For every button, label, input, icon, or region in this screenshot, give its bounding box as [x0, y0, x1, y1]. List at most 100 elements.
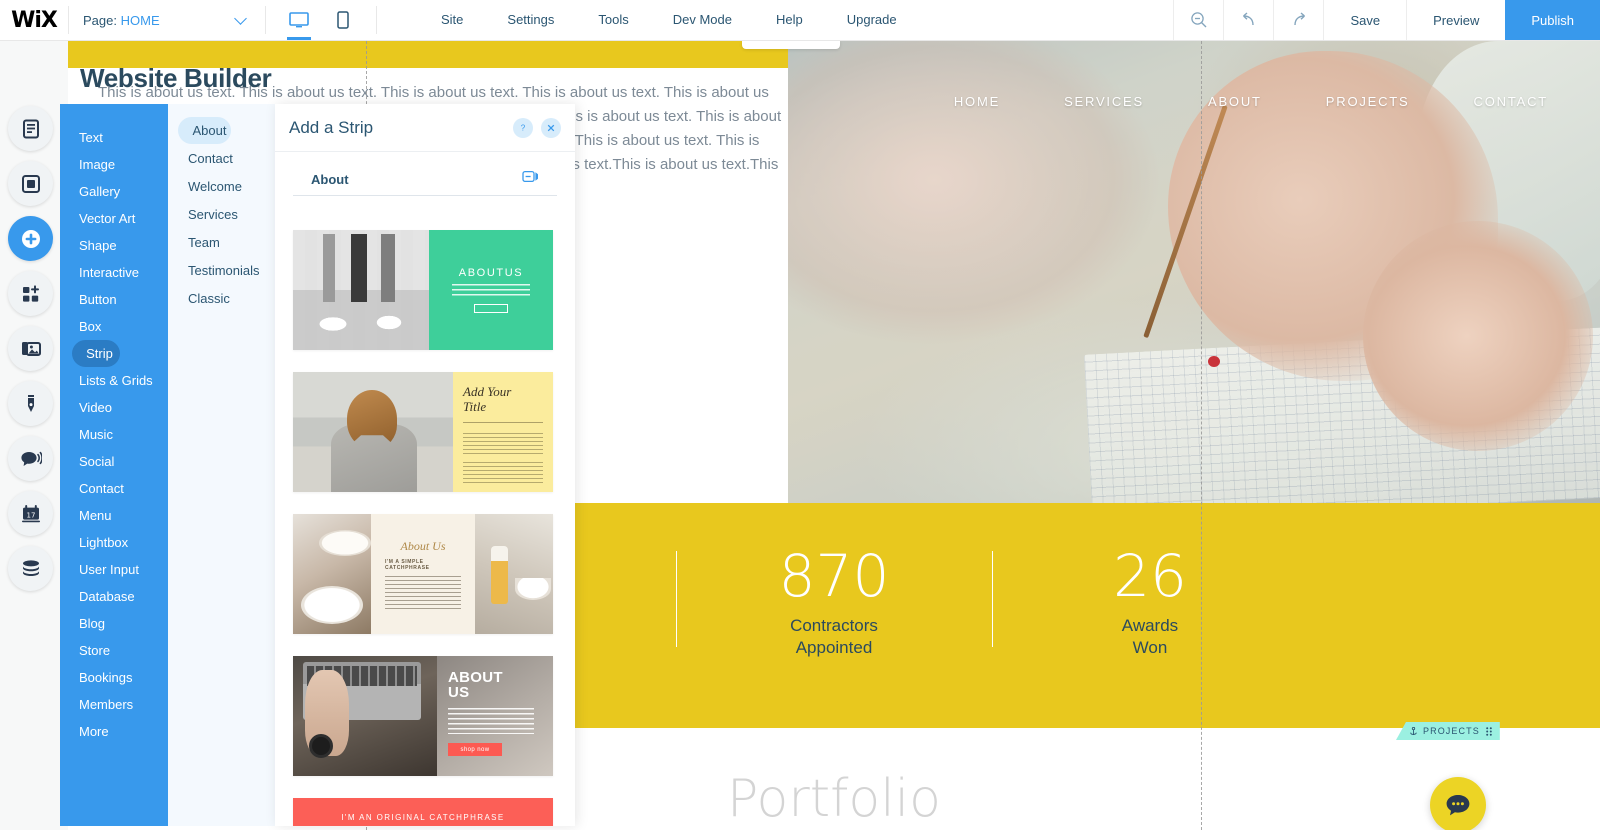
add-item-button[interactable]: Button — [60, 286, 168, 313]
add-elements-panel: Text Image Gallery Vector Art Shape Inte… — [60, 104, 168, 826]
rail-background-button[interactable] — [8, 161, 53, 206]
stat-label-line1: Awards — [1121, 616, 1179, 635]
menu-site[interactable]: Site — [419, 0, 485, 40]
zoom-out-button[interactable] — [1173, 0, 1223, 40]
add-item-lists-grids[interactable]: Lists & Grids — [60, 367, 168, 394]
preview-button[interactable]: Preview — [1406, 0, 1505, 40]
category-services[interactable]: Services — [168, 201, 275, 228]
rail-chat-button[interactable] — [8, 436, 53, 481]
add-item-store[interactable]: Store — [60, 637, 168, 664]
add-item-gallery[interactable]: Gallery — [60, 178, 168, 205]
rail-blog-button[interactable] — [8, 381, 53, 426]
thumb-body-lines — [463, 433, 543, 455]
category-team[interactable]: Team — [168, 229, 275, 256]
anchor-icon — [1410, 726, 1417, 735]
pages-icon — [22, 119, 39, 138]
add-item-image[interactable]: Image — [60, 151, 168, 178]
anchor-badge-projects[interactable]: PROJECTS — [1396, 722, 1500, 740]
thumb-photo — [293, 514, 371, 634]
add-item-interactive[interactable]: Interactive — [60, 259, 168, 286]
category-classic[interactable]: Classic — [168, 285, 275, 312]
nav-item-home[interactable]: HOME — [922, 94, 1032, 109]
rail-add-button[interactable] — [8, 216, 53, 261]
thumb-heading-line2: US — [448, 684, 470, 701]
category-welcome[interactable]: Welcome — [168, 173, 275, 200]
category-about[interactable]: About — [178, 117, 231, 144]
add-item-box[interactable]: Box — [60, 313, 168, 340]
menu-settings[interactable]: Settings — [485, 0, 576, 40]
popup-tab-handle[interactable] — [742, 41, 840, 49]
save-button[interactable]: Save — [1323, 0, 1406, 40]
strip-thumbnail-list[interactable]: ABOUTUS Add Your Title About Us I'M A SI… — [275, 208, 575, 826]
thumb-content-panel: Add Your Title — [453, 372, 553, 492]
nav-item-projects[interactable]: PROJECTS — [1294, 94, 1442, 109]
add-item-database[interactable]: Database — [60, 583, 168, 610]
add-item-strip[interactable]: Strip — [72, 340, 120, 367]
collapse-panel-icon — [522, 170, 538, 183]
thumb-heading: ABOUT US — [448, 670, 542, 700]
add-item-text[interactable]: Text — [60, 124, 168, 151]
thumb-body-lines — [452, 284, 530, 299]
category-testimonials[interactable]: Testimonials — [168, 257, 275, 284]
add-item-shape[interactable]: Shape — [60, 232, 168, 259]
drag-handle-icon[interactable] — [1486, 726, 1492, 736]
publish-button[interactable]: Publish — [1505, 0, 1600, 40]
menu-dev-mode[interactable]: Dev Mode — [651, 0, 754, 40]
add-item-members[interactable]: Members — [60, 691, 168, 718]
rail-bookings-button[interactable]: 17 — [8, 491, 53, 536]
thumb-photo-detail — [319, 530, 371, 556]
menu-help[interactable]: Help — [754, 0, 825, 40]
add-item-social[interactable]: Social — [60, 448, 168, 475]
rail-pages-button[interactable] — [8, 106, 53, 151]
thumb-subheading: I'M A SIMPLE CATCHPHRASE — [385, 558, 430, 571]
strip-thumb-about-us-green[interactable]: ABOUTUS — [293, 230, 553, 350]
strip-thumb-about-us-restaurant[interactable]: About Us I'M A SIMPLE CATCHPHRASE — [293, 514, 553, 634]
nav-item-about[interactable]: ABOUT — [1176, 94, 1294, 109]
add-item-video[interactable]: Video — [60, 394, 168, 421]
add-item-user-input[interactable]: User Input — [60, 556, 168, 583]
menu-tools[interactable]: Tools — [576, 0, 650, 40]
chevron-down-icon — [234, 11, 247, 25]
strip-thumb-add-your-title-yellow[interactable]: Add Your Title — [293, 372, 553, 492]
add-item-more[interactable]: More — [60, 718, 168, 745]
rail-media-button[interactable] — [8, 326, 53, 371]
page-selector[interactable]: Page: HOME — [69, 0, 265, 40]
mobile-icon — [337, 11, 349, 29]
hero-ring-shape — [1208, 356, 1220, 367]
site-navigation-menu[interactable]: HOME SERVICES ABOUT PROJECTS CONTACT — [788, 81, 1600, 121]
thumb-content-panel: ABOUTUS — [429, 230, 553, 350]
add-item-blog[interactable]: Blog — [60, 610, 168, 637]
add-item-music[interactable]: Music — [60, 421, 168, 448]
add-item-menu[interactable]: Menu — [60, 502, 168, 529]
add-item-contact[interactable]: Contact — [60, 475, 168, 502]
strip-thumb-catchphrase-red[interactable]: I'M AN ORIGINAL CATCHPHRASE — [293, 798, 553, 826]
add-item-vector-art[interactable]: Vector Art — [60, 205, 168, 232]
rail-database-button[interactable] — [8, 546, 53, 591]
add-item-bookings[interactable]: Bookings — [60, 664, 168, 691]
redo-icon — [1294, 12, 1305, 26]
chat-fab-button[interactable] — [1430, 777, 1486, 830]
add-item-lightbox[interactable]: Lightbox — [60, 529, 168, 556]
nav-item-contact[interactable]: CONTACT — [1442, 94, 1580, 109]
anchor-badge-label: PROJECTS — [1423, 726, 1480, 736]
category-contact[interactable]: Contact — [168, 145, 275, 172]
stat-label: Contractors Appointed — [727, 615, 942, 659]
strip-thumb-about-us-dark[interactable]: ABOUT US shop now — [293, 656, 553, 776]
collapse-panel-button[interactable] — [522, 170, 539, 188]
background-icon — [21, 174, 40, 193]
mobile-view-button[interactable] — [328, 0, 358, 40]
nav-item-services[interactable]: SERVICES — [1032, 94, 1176, 109]
redo-button[interactable] — [1273, 0, 1323, 40]
page-prefix: Page: — [83, 12, 117, 28]
stat-divider — [991, 551, 993, 647]
rail-apps-button[interactable] — [8, 271, 53, 316]
menu-upgrade[interactable]: Upgrade — [825, 0, 919, 40]
wix-logo[interactable]: WiX — [0, 0, 68, 40]
close-button[interactable] — [541, 117, 561, 138]
undo-button[interactable] — [1223, 0, 1273, 40]
stat-item: 870 Contractors Appointed — [727, 545, 942, 659]
help-button[interactable]: ? — [513, 117, 533, 138]
thumb-heading-line2: Title — [463, 399, 487, 414]
desktop-view-button[interactable] — [284, 0, 314, 40]
thumb-photo — [293, 230, 429, 350]
